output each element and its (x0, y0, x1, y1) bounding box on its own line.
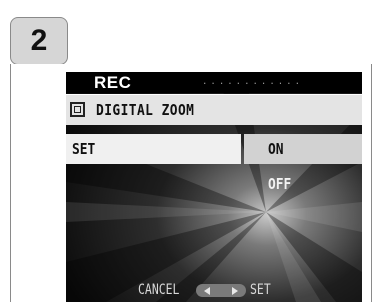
step-number: 2 (30, 24, 48, 57)
right-arrow-icon (232, 287, 238, 295)
set-row: SET ON (66, 134, 362, 164)
left-right-button-icon (196, 284, 246, 297)
set-label-cell[interactable]: SET (66, 134, 241, 164)
rec-title: REC (94, 73, 132, 92)
screen-footer: CANCEL SET (66, 278, 362, 302)
step-number-badge: 2 (10, 17, 68, 65)
rec-header: REC ............ (66, 72, 362, 93)
option-off[interactable]: OFF (268, 175, 291, 193)
manual-page: 2 REC ............ DIGITAL ZOOM SET ON O… (0, 0, 376, 302)
digital-zoom-icon (70, 102, 85, 117)
cancel-hint: CANCEL (138, 282, 180, 298)
option-on-label: ON (268, 140, 284, 158)
menu-title-bar: DIGITAL ZOOM (66, 94, 362, 125)
menu-page-indicator: ............ (202, 77, 304, 87)
menu-title: DIGITAL ZOOM (96, 101, 195, 119)
set-hint: SET (250, 282, 271, 298)
option-on[interactable]: ON (244, 134, 362, 164)
camera-lcd-screen: REC ............ DIGITAL ZOOM SET ON OFF… (66, 72, 362, 302)
left-arrow-icon (204, 287, 210, 295)
set-label: SET (72, 140, 96, 158)
